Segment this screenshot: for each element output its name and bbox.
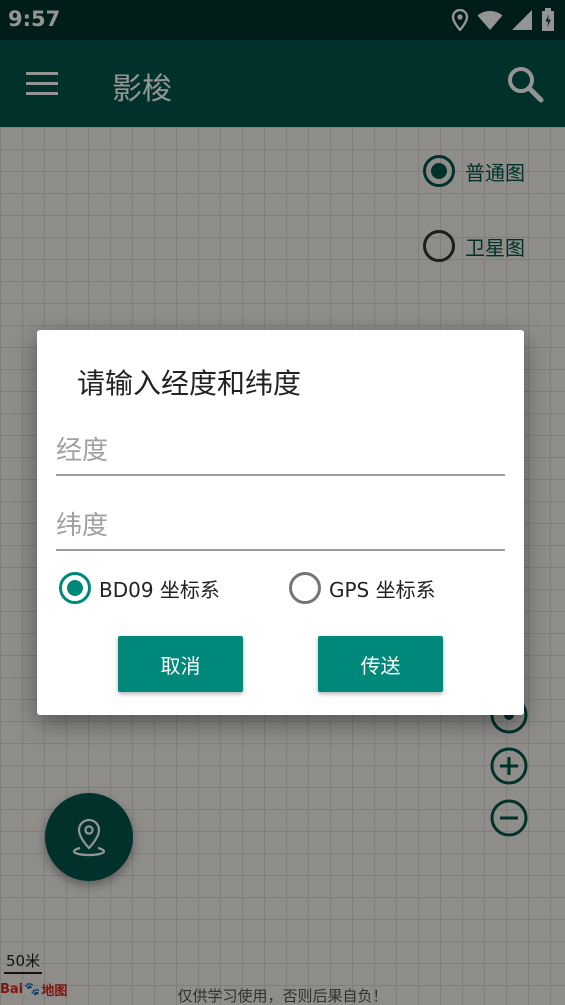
latitude-input[interactable]: [56, 503, 505, 549]
radio-bd09[interactable]: BD09 坐标系: [59, 572, 220, 604]
send-button[interactable]: 传送: [318, 636, 443, 692]
radio-selected-icon: [59, 572, 91, 604]
cancel-button[interactable]: 取消: [118, 636, 243, 692]
longitude-input[interactable]: [56, 428, 505, 474]
latitude-field: [56, 503, 505, 551]
radio-bd09-label: BD09 坐标系: [99, 577, 220, 602]
dialog-title: 请输入经度和纬度: [77, 367, 302, 400]
longitude-field: [56, 428, 505, 476]
coordinate-dialog: 请输入经度和纬度 BD09 坐标系 GPS 坐标系 取消 传送: [37, 330, 524, 715]
radio-unselected-icon: [289, 572, 321, 604]
radio-gps-label: GPS 坐标系: [329, 577, 436, 602]
radio-gps[interactable]: GPS 坐标系: [289, 572, 436, 604]
